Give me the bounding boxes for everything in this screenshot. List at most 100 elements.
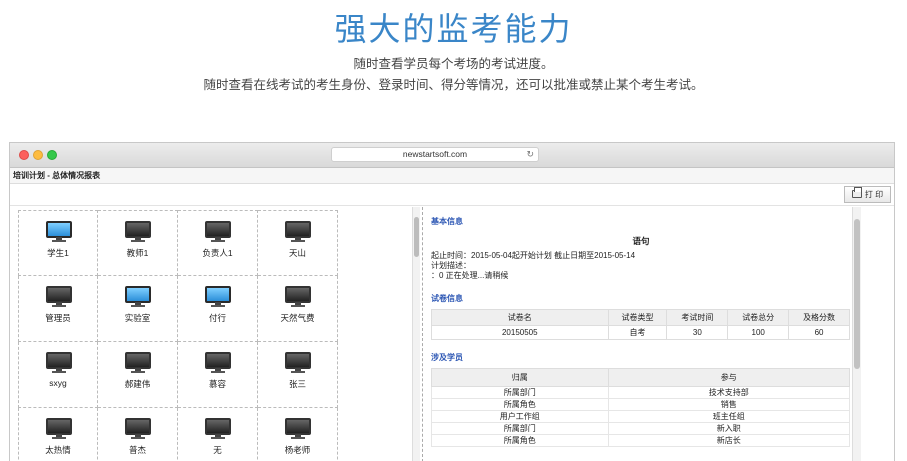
exam-room-label: 杨老师 [284, 445, 311, 455]
monitor-icon [285, 418, 311, 440]
exam-room-item[interactable]: 太热情 [18, 408, 98, 461]
exam-room-item[interactable]: 学生1 [18, 210, 98, 276]
exam-room-label: 负责人1 [202, 248, 233, 258]
column-header: 试卷名 [431, 309, 609, 326]
printer-icon [851, 187, 862, 198]
students-title: 涉及学员 [431, 353, 463, 362]
table-row: 用户工作组 班主任组 [431, 410, 851, 423]
table-cell: 所属角色 [431, 398, 609, 411]
exam-room-label: 无 [213, 445, 222, 455]
exam-room-label: 太热情 [45, 445, 71, 455]
monitor-icon [125, 418, 151, 440]
monitor-icon [285, 352, 311, 374]
exam-room-item[interactable]: 负责人1 [178, 210, 258, 276]
monitor-icon [125, 352, 151, 374]
table-row: 所属角色 销售 [431, 398, 851, 411]
monitor-icon [205, 286, 231, 308]
exam-room-item[interactable]: 张三 [258, 342, 338, 408]
exam-room-item[interactable]: sxyg [18, 342, 98, 408]
exam-room-item[interactable]: 付行 [178, 276, 258, 342]
monitor-icon [46, 286, 72, 308]
table-cell: 新店长 [607, 434, 851, 447]
table-row: 所属部门 新入职 [431, 422, 851, 435]
monitor-icon [205, 352, 231, 374]
column-header: 归属 [431, 368, 609, 387]
exam-room-item[interactable]: 实验室 [98, 276, 178, 342]
exam-room-item[interactable]: 普杰 [98, 408, 178, 461]
minimize-window-icon[interactable] [33, 150, 43, 160]
table-cell: 自考 [607, 325, 668, 340]
address-bar[interactable]: newstartsoft.com ↻ [331, 147, 539, 162]
page-title: 培训计划 - 总体情况报表 [10, 168, 894, 184]
plan-name: 语句 [632, 236, 650, 246]
exam-room-label: sxyg [49, 378, 67, 388]
toolbar: 打 印 [10, 184, 894, 206]
students-table: 归属 参与 所属部门 技术支持部 所属角色 销售 用户工作组 班主任组 所属部门 新入职 所属角色… [431, 368, 851, 447]
hero-subtitle-line1: 随时查看学员每个考场的考试进度。 [353, 57, 554, 71]
right-scrollbar-thumb[interactable] [854, 219, 860, 369]
maximize-window-icon[interactable] [47, 150, 57, 160]
exam-room-label: 教师1 [126, 248, 149, 258]
report-panel: 基本信息 语句 起止时间：2015-05-04起开始计划 截止日期至2015-0… [431, 207, 851, 461]
exam-room-item[interactable]: 无 [178, 408, 258, 461]
monitor-icon [205, 221, 231, 243]
address-bar-url: newstartsoft.com [402, 149, 468, 159]
plan-progress: ：0 正在处理...请稍候 [431, 271, 509, 280]
basic-info-title: 基本信息 [431, 217, 463, 226]
monitor-icon [125, 221, 151, 243]
table-row: 20150505 自考 30 100 60 [431, 325, 850, 340]
table-row: 所属部门 技术支持部 [431, 386, 851, 399]
table-cell: 30 [666, 325, 729, 340]
reload-icon[interactable]: ↻ [526, 148, 534, 161]
monitor-icon [205, 418, 231, 440]
exam-room-label: 普杰 [128, 445, 146, 455]
table-cell: 班主任组 [607, 410, 851, 423]
table-cell: 20150505 [431, 325, 609, 340]
exam-room-label: 天山 [288, 248, 306, 258]
exam-room-label: 慕容 [208, 379, 226, 389]
table-cell: 所属角色 [431, 434, 609, 447]
monitor-icon [285, 286, 311, 308]
exam-room-label: 天然气费 [280, 313, 315, 323]
close-window-icon[interactable] [19, 150, 29, 160]
print-button[interactable]: 打 印 [844, 186, 891, 203]
paper-info-title: 试卷信息 [431, 294, 463, 303]
exam-room-label: 郝建伟 [124, 379, 151, 389]
browser-window: newstartsoft.com ↻ 培训计划 - 总体情况报表 打 印 学生1… [9, 142, 895, 461]
monitor-icon [46, 418, 72, 440]
exam-room-item[interactable]: 教师1 [98, 210, 178, 276]
exam-room-item[interactable]: 慕容 [178, 342, 258, 408]
table-cell: 60 [788, 325, 850, 340]
exam-room-item[interactable]: 天然气费 [258, 276, 338, 342]
exam-room-label: 付行 [208, 313, 226, 323]
column-header: 试卷类型 [607, 309, 668, 326]
exam-room-label: 学生1 [47, 248, 69, 258]
exam-room-item[interactable]: 管理员 [18, 276, 98, 342]
table-cell: 销售 [607, 398, 851, 411]
exam-room-grid: 学生1 教师1 负责人1 天山管理员 实验室 付行 天然气费 sxyg 郝建伟 慕容 张三太热情 普杰… [18, 210, 338, 461]
exam-room-item[interactable]: 杨老师 [258, 408, 338, 461]
left-scrollbar-thumb[interactable] [414, 217, 419, 257]
panel-divider [422, 207, 423, 461]
right-scrollbar[interactable] [852, 207, 861, 461]
column-header: 考试时间 [666, 309, 729, 326]
exam-room-label: 管理员 [45, 313, 71, 323]
left-scrollbar[interactable] [412, 207, 420, 461]
table-cell: 技术支持部 [607, 386, 851, 399]
hero-title: 强大的监考能力 [334, 10, 573, 48]
exam-room-panel: 学生1 教师1 负责人1 天山管理员 实验室 付行 天然气费 sxyg 郝建伟 慕容 张三太热情 普杰… [10, 207, 411, 461]
browser-titlebar: newstartsoft.com ↻ [10, 143, 894, 168]
table-cell: 100 [727, 325, 790, 340]
table-cell: 新入职 [607, 422, 851, 435]
exam-room-label: 实验室 [124, 313, 151, 323]
column-header: 及格分数 [788, 309, 850, 326]
print-button-label: 打 印 [864, 190, 884, 199]
paper-table: 试卷名 试卷类型 考试时间 试卷总分 及格分数 20150505 自考 30 100 60 [431, 309, 850, 340]
exam-room-label: 张三 [288, 379, 306, 389]
exam-room-item[interactable]: 郝建伟 [98, 342, 178, 408]
monitor-icon [125, 286, 151, 308]
column-header: 参与 [607, 368, 851, 387]
monitor-icon [285, 221, 311, 243]
exam-room-item[interactable]: 天山 [258, 210, 338, 276]
hero-subtitle-line2: 随时查看在线考试的考生身份、登录时间、得分等情况，还可以批准或禁止某个考生考试。 [203, 78, 704, 92]
